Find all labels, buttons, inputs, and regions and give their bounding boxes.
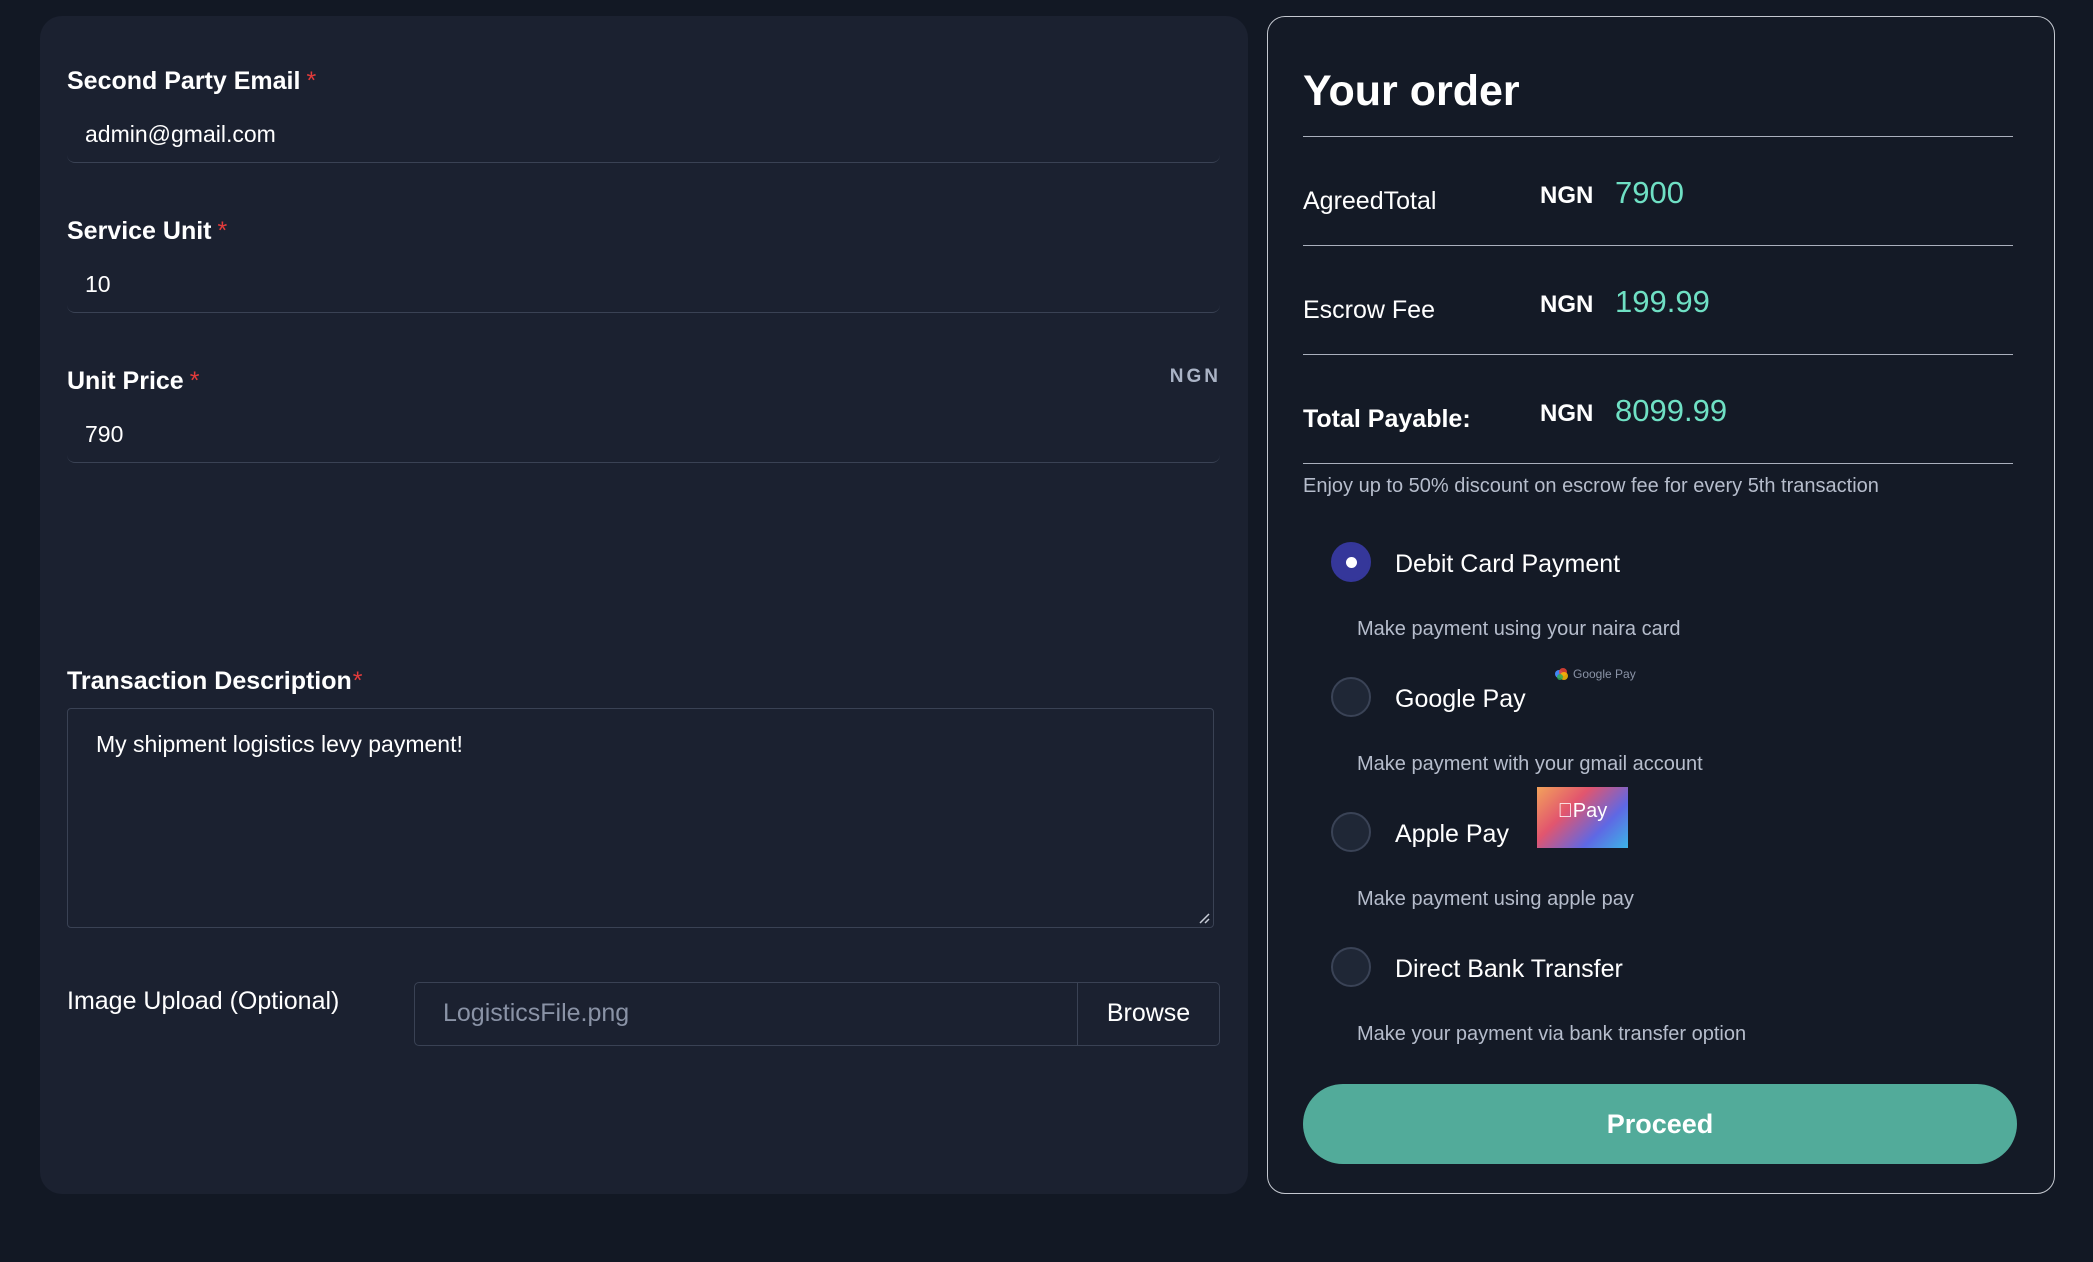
divider: [1303, 245, 2013, 246]
divider: [1303, 136, 2013, 137]
bank-transfer-label[interactable]: Direct Bank Transfer: [1395, 955, 1623, 984]
google-pay-description: Make payment with your gmail account: [1357, 753, 1703, 775]
required-marker: *: [217, 217, 228, 245]
apple-pay-logo-text: Pay: [1565, 800, 1607, 822]
apple-pay-description: Make payment using apple pay: [1357, 888, 1634, 910]
resize-grip-icon[interactable]: [1198, 912, 1210, 924]
description-field-group: Transaction Description*: [67, 667, 1220, 696]
google-pay-label[interactable]: Google Pay: [1395, 685, 1526, 714]
required-marker: *: [189, 367, 200, 395]
total-payable-value: 8099.99: [1615, 393, 1728, 428]
order-summary-card: Your order AgreedTotal NGN 7900 Escrow F…: [1267, 16, 2055, 1194]
apple-pay-radio[interactable]: [1331, 812, 1371, 852]
apple-pay-logo: Pay: [1537, 787, 1628, 848]
google-g-icon: [1555, 668, 1568, 680]
description-textarea[interactable]: My shipment logistics levy payment!: [67, 708, 1214, 928]
service-unit-field[interactable]: 10: [67, 251, 1220, 313]
upload-file-name[interactable]: LogisticsFile.png: [415, 983, 1077, 1045]
required-marker: *: [352, 667, 363, 695]
email-field[interactable]: admin@gmail.com: [67, 101, 1220, 163]
debit-card-radio[interactable]: [1331, 542, 1371, 582]
email-label: Second Party Email *: [67, 67, 317, 95]
image-upload-input[interactable]: LogisticsFile.png Browse: [414, 982, 1220, 1046]
description-text: My shipment logistics levy payment!: [96, 731, 463, 757]
required-marker: *: [306, 67, 317, 95]
divider: [1303, 354, 2013, 355]
divider: [1303, 463, 2013, 464]
escrow-fee-currency: NGN: [1540, 291, 1594, 318]
total-payable-currency: NGN: [1540, 400, 1594, 427]
bank-transfer-description: Make your payment via bank transfer opti…: [1357, 1023, 1747, 1045]
google-pay-logo: Google Pay: [1554, 667, 1636, 681]
bank-transfer-radio[interactable]: [1331, 947, 1371, 987]
escrow-fee-value: 199.99: [1615, 284, 1710, 319]
service-unit-label: Service Unit *: [67, 217, 228, 245]
unit-price-field[interactable]: 790: [67, 401, 1220, 463]
debit-card-description: Make payment using your naira card: [1357, 618, 1681, 640]
email-field-group: Second Party Email * admin@gmail.com: [67, 67, 1220, 163]
browse-button[interactable]: Browse: [1077, 983, 1219, 1045]
proceed-button[interactable]: Proceed: [1303, 1084, 2017, 1164]
unit-price-field-group: Unit Price * 790: [67, 367, 1220, 463]
service-unit-field-group: Service Unit * 10: [67, 217, 1220, 313]
agreed-total-currency: NGN: [1540, 182, 1594, 209]
agreed-total-value: 7900: [1615, 175, 1684, 210]
google-pay-radio[interactable]: [1331, 677, 1371, 717]
transaction-form-card: Second Party Email * admin@gmail.com Serv…: [40, 16, 1248, 1194]
apple-pay-label[interactable]: Apple Pay: [1395, 820, 1509, 849]
image-upload-label: Image Upload (Optional): [67, 987, 340, 1015]
total-payable-label: Total Payable:: [1303, 405, 1471, 433]
order-title: Your order: [1303, 67, 1520, 115]
escrow-fee-label: Escrow Fee: [1303, 296, 1435, 324]
agreed-total-label: AgreedTotal: [1303, 187, 1437, 215]
google-pay-logo-text: Google Pay: [1573, 667, 1636, 681]
apple-icon: : [1558, 800, 1573, 822]
debit-card-label[interactable]: Debit Card Payment: [1395, 550, 1620, 579]
description-label: Transaction Description*: [67, 667, 363, 695]
discount-note: Enjoy up to 50% discount on escrow fee f…: [1303, 475, 1879, 497]
unit-price-label: Unit Price *: [67, 367, 200, 395]
